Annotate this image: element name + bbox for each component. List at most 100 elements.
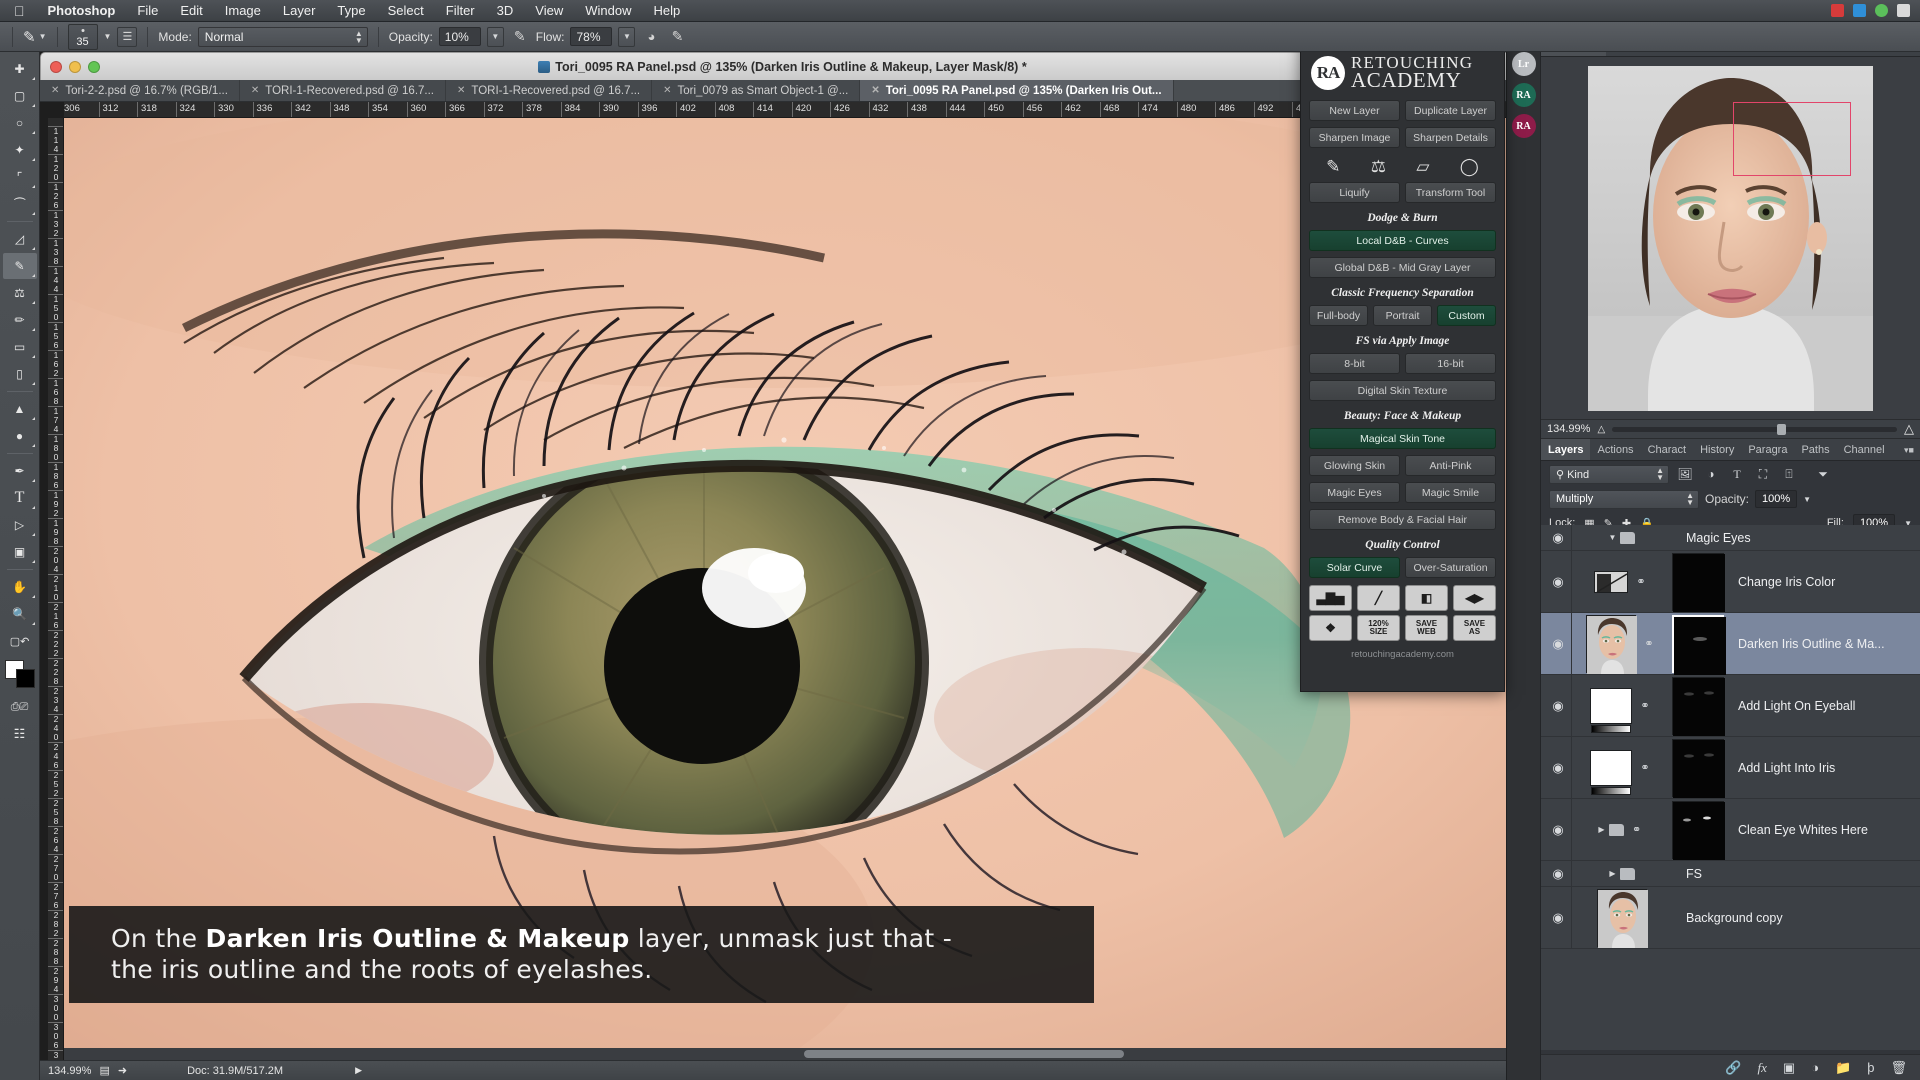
new-layer-icon[interactable]: ϸ	[1867, 1060, 1874, 1075]
save-web-icon[interactable]: SAVE WEB	[1405, 615, 1448, 641]
tab-actions[interactable]: Actions	[1590, 439, 1640, 460]
move-tool-icon[interactable]: ✚	[3, 56, 37, 82]
link-icon[interactable]: ⚭	[1640, 637, 1658, 650]
blend-mode-dropdown[interactable]: Multiply ▲▼	[1549, 490, 1699, 509]
layer-style-fx-icon[interactable]: fx	[1758, 1060, 1767, 1076]
tab-history[interactable]: History	[1693, 439, 1741, 460]
link-layers-icon[interactable]: 🔗	[1725, 1060, 1741, 1076]
smartobject-filter-icon[interactable]: ⍐	[1779, 465, 1799, 483]
layer-visibility-icon[interactable]: ◉	[1545, 760, 1571, 776]
pen-tool-icon[interactable]: ✒	[3, 458, 37, 484]
layer-visibility-icon[interactable]: ◉	[1545, 636, 1571, 652]
layer-row[interactable]: ◉ ⚭ Darken Iris Outline & Ma...	[1541, 613, 1920, 675]
status-zoom-value[interactable]: 134.99%	[48, 1065, 91, 1077]
menu-item-file[interactable]: File	[126, 3, 169, 18]
br-action-duplicate-layer[interactable]: Duplicate Layer	[1405, 100, 1496, 121]
pressure-opacity-toggle[interactable]: ✎	[510, 27, 530, 47]
br-action-full-body[interactable]: Full-body	[1309, 305, 1368, 326]
histogram-icon[interactable]: ▃▇▅	[1309, 585, 1352, 611]
document-tab-2[interactable]: ✕TORI-1-Recovered.psd @ 16.7...	[446, 80, 652, 101]
zoom-tool-icon[interactable]: 🔍	[3, 601, 37, 627]
br-action-magic-smile[interactable]: Magic Smile	[1405, 482, 1496, 503]
brush-panel-toggle-button[interactable]: ☰	[117, 27, 137, 47]
menu-item-layer[interactable]: Layer	[272, 3, 327, 18]
document-tab-3[interactable]: ✕Tori_0079 as Smart Object-1 @...	[652, 80, 860, 101]
layer-row[interactable]: ◉⚭Change Iris Color	[1541, 551, 1920, 613]
save-as-icon[interactable]: SAVE AS	[1453, 615, 1496, 641]
layer-name[interactable]: Background copy	[1672, 911, 1783, 925]
tab-paragra[interactable]: Paragra	[1741, 439, 1794, 460]
brush-tool-preset-picker[interactable]: ✎ ▼	[23, 28, 47, 46]
hand-tool-icon[interactable]: ✋	[3, 574, 37, 600]
add-mask-icon[interactable]: ▣	[1783, 1060, 1795, 1076]
eraser-tool-icon[interactable]: ▭	[3, 334, 37, 360]
path-selection-tool-icon[interactable]: ▷	[3, 512, 37, 538]
br-action-transform-tool[interactable]: Transform Tool	[1405, 182, 1496, 203]
document-tab-4[interactable]: ✕Tori_0095 RA Panel.psd @ 135% (Darken I…	[860, 80, 1173, 101]
layer-name[interactable]: Darken Iris Outline & Ma...	[1724, 637, 1885, 651]
opacity-chevron-icon[interactable]: ▼	[1803, 495, 1811, 504]
doc-size-icon[interactable]: ▤	[99, 1064, 109, 1077]
br-action-new-layer[interactable]: New Layer	[1309, 100, 1400, 121]
layer-row[interactable]: ◉⚭Add Light Into Iris	[1541, 737, 1920, 799]
layer-row[interactable]: ◉▶⚭Clean Eye Whites Here	[1541, 799, 1920, 861]
patch-icon[interactable]: ▱	[1416, 157, 1429, 177]
group-disclosure-triangle-icon[interactable]: ▶	[1598, 825, 1604, 834]
close-icon[interactable]: ✕	[663, 85, 671, 96]
brush-size-chevron-icon[interactable]: ▼	[104, 32, 112, 41]
group-disclosure-triangle-icon[interactable]: ▼	[1609, 533, 1617, 542]
layer-name[interactable]: Add Light On Eyeball	[1724, 699, 1855, 713]
default-colors-icon[interactable]: ▢↶	[3, 628, 37, 654]
brush-tool-icon[interactable]: ✎	[3, 253, 37, 279]
filter-toggle-icon[interactable]: ⏷	[1813, 465, 1833, 483]
br-action-glowing-skin[interactable]: Glowing Skin	[1309, 455, 1400, 476]
link-icon[interactable]: ⚭	[1628, 823, 1646, 836]
layer-visibility-icon[interactable]: ◉	[1545, 530, 1571, 546]
layer-mask-thumbnail[interactable]	[1672, 739, 1724, 797]
layer-filter-kind-select[interactable]: ⚲Kind ▲▼	[1549, 465, 1669, 484]
layer-visibility-icon[interactable]: ◉	[1545, 910, 1571, 926]
crop-tool-icon[interactable]: ⌜	[3, 164, 37, 190]
panel-menu-icon[interactable]: ▾■	[1898, 439, 1920, 460]
layer-thumbnail[interactable]	[1586, 615, 1636, 673]
color-swatches[interactable]	[4, 659, 36, 689]
dropbox-icon[interactable]	[1853, 4, 1866, 17]
layer-mask-thumbnail[interactable]	[1672, 553, 1724, 611]
br-action-global-d-b-mid-gray-layer[interactable]: Global D&B - Mid Gray Layer	[1309, 257, 1496, 278]
layers-stack-icon[interactable]: ❖	[1309, 615, 1352, 641]
sync-icon[interactable]	[1875, 4, 1888, 17]
quick-select-tool-icon[interactable]: ✦	[3, 137, 37, 163]
zoom-out-icon[interactable]: △	[1597, 424, 1605, 435]
quick-mask-icon[interactable]: ⎙⎚	[3, 694, 37, 720]
navigator-zoom-value[interactable]: 134.99%	[1547, 423, 1590, 435]
layer-visibility-icon[interactable]: ◉	[1545, 866, 1571, 882]
spot-healing-tool-icon[interactable]: ◿	[3, 226, 37, 252]
layer-row[interactable]: ◉▼Magic Eyes	[1541, 525, 1920, 551]
layer-row[interactable]: ◉▶FS	[1541, 861, 1920, 887]
menu-item-type[interactable]: Type	[326, 3, 376, 18]
share-icon[interactable]: ➜	[118, 1064, 127, 1077]
layer-name[interactable]: Change Iris Color	[1724, 575, 1835, 589]
zoom-in-icon[interactable]: △	[1904, 421, 1914, 437]
opacity-input[interactable]: 10%	[439, 27, 481, 46]
blur-tool-icon[interactable]: ▲	[3, 396, 37, 422]
layer-row[interactable]: ◉ Background copy	[1541, 887, 1920, 949]
link-icon[interactable]: ⚭	[1636, 761, 1654, 774]
ra-green-icon[interactable]: RA	[1512, 83, 1536, 107]
screen-mode-icon[interactable]: ☷	[3, 721, 37, 747]
gradient-map-icon[interactable]: ◧	[1405, 585, 1448, 611]
br-action-digital-skin-texture[interactable]: Digital Skin Texture	[1309, 380, 1496, 401]
type-tool-icon[interactable]: T	[3, 485, 37, 511]
navigator-view-rectangle[interactable]	[1733, 102, 1851, 176]
navigator-zoom-slider-knob[interactable]	[1777, 424, 1786, 435]
record-icon[interactable]	[1831, 4, 1844, 17]
canvas-horizontal-scrollbar[interactable]	[64, 1048, 1525, 1060]
tab-channel[interactable]: Channel	[1837, 439, 1892, 460]
flow-stepper-button[interactable]: ▼	[618, 27, 635, 47]
new-group-icon[interactable]: 📁	[1835, 1060, 1851, 1076]
horizontal-scrollbar-thumb[interactable]	[804, 1050, 1124, 1058]
layer-name[interactable]: Clean Eye Whites Here	[1724, 823, 1868, 837]
shape-filter-icon[interactable]: ⛶	[1753, 465, 1773, 483]
type-filter-icon[interactable]: T	[1727, 465, 1747, 483]
close-icon[interactable]: ✕	[251, 85, 259, 96]
